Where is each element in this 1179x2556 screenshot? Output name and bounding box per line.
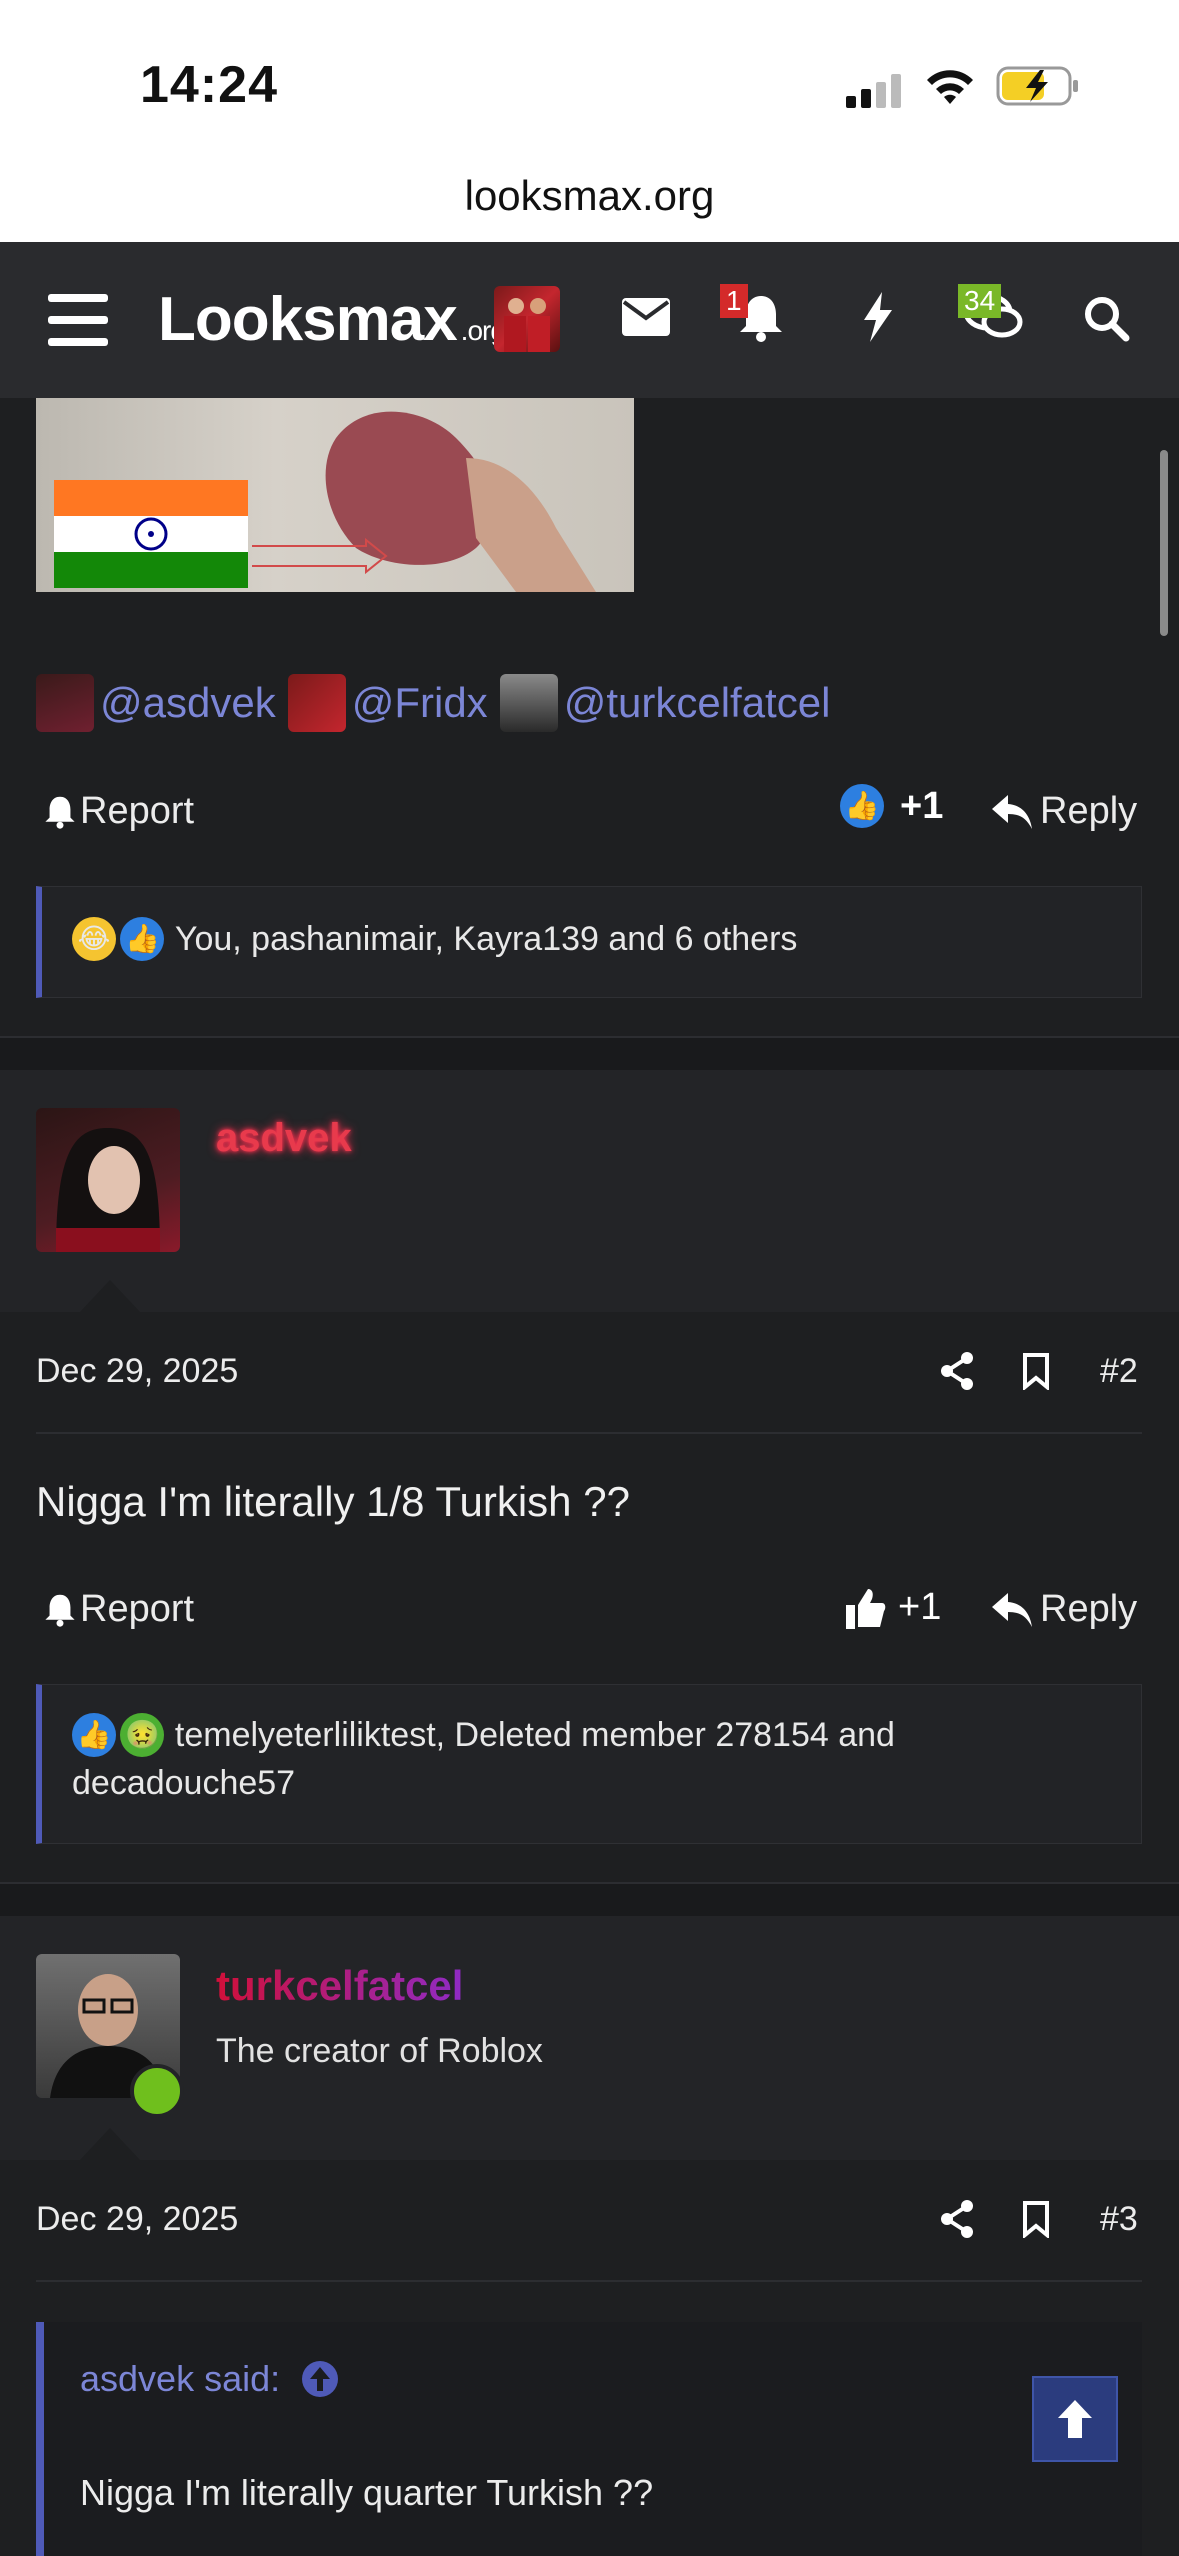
post-separator — [0, 1882, 1179, 1884]
thumbs-up-icon: 👍 — [120, 917, 165, 961]
bell-icon — [45, 796, 75, 829]
mention-link[interactable]: @turkcelfatcel — [564, 679, 831, 727]
report-button[interactable]: Report — [44, 1588, 194, 1631]
conversations-badge: 34 — [958, 284, 1002, 318]
reactions-bar[interactable]: 😂 👍 You, pashanimair, Kayra139 and 6 oth… — [36, 886, 1142, 998]
report-label: Report — [80, 790, 195, 832]
quote-text: Nigga I'm literally quarter Turkish ?? — [80, 2472, 654, 2513]
divider — [36, 1432, 1142, 1434]
arrow-up-icon[interactable] — [300, 2359, 340, 2399]
post-separator — [0, 1036, 1179, 1038]
hamburger-icon[interactable] — [48, 294, 108, 351]
share-icon[interactable] — [940, 1352, 974, 1395]
user-title: The creator of Roblox — [216, 2032, 543, 2070]
bookmark-icon[interactable] — [1022, 2200, 1050, 2243]
post-image[interactable] — [36, 398, 634, 592]
reactions-text: temelyeterliliktest, Deleted member 2781… — [72, 1716, 895, 1802]
reply-button[interactable]: Reply — [992, 1588, 1137, 1631]
reply-button[interactable]: Reply — [992, 790, 1137, 833]
reactions-text: You, pashanimair, Kayra139 and 6 others — [174, 919, 798, 958]
laugh-reaction-icon: 😂 — [72, 917, 116, 961]
online-status-indicator — [130, 2064, 184, 2118]
quote-author: asdvek said: — [80, 2358, 281, 2399]
site-logo[interactable]: Looksmax .org — [158, 284, 506, 355]
avatar-pointer — [80, 2128, 140, 2160]
battery-icon — [996, 64, 1082, 113]
share-icon[interactable] — [940, 2200, 974, 2243]
signal-icon — [846, 74, 906, 113]
scrollbar-thumb[interactable] — [1160, 450, 1168, 636]
envelope-icon[interactable] — [622, 298, 670, 341]
wifi-icon — [924, 66, 976, 111]
report-button[interactable]: Report — [44, 790, 194, 833]
url-bar[interactable]: looksmax.org — [0, 172, 1179, 220]
avatar-pointer — [80, 1280, 140, 1312]
reactions-bar[interactable]: 👍 🤢 temelyeterliliktest, Deleted member … — [36, 1684, 1142, 1844]
status-time: 14:24 — [140, 56, 278, 114]
reply-label: Reply — [1040, 790, 1138, 832]
post-date[interactable]: Dec 29, 2025 — [36, 2200, 238, 2239]
quote-header[interactable]: asdvek said: — [80, 2358, 340, 2400]
user-avatar[interactable] — [36, 1108, 180, 1252]
mention-link[interactable]: @asdvek — [100, 679, 276, 727]
logo-main: Looksmax — [158, 285, 458, 354]
reply-arrow-icon — [992, 794, 1032, 829]
post-number[interactable]: #3 — [1100, 2200, 1138, 2239]
bookmark-icon[interactable] — [1022, 1352, 1050, 1395]
search-icon[interactable] — [1084, 296, 1130, 347]
mention-link[interactable]: @Fridx — [352, 679, 488, 727]
arrow-up-icon — [1058, 2400, 1092, 2438]
post-date[interactable]: Dec 29, 2025 — [36, 1352, 238, 1391]
thumbs-up-icon: 👍 — [840, 784, 884, 828]
bolt-icon[interactable] — [862, 292, 894, 347]
divider — [36, 2280, 1142, 2282]
report-label: Report — [80, 1588, 195, 1630]
reply-arrow-icon — [992, 1592, 1032, 1627]
thumbs-up-icon: 👍 — [72, 1713, 116, 1757]
mention-row: @asdvek @Fridx @turkcelfatcel — [36, 674, 830, 732]
post-number[interactable]: #2 — [1100, 1352, 1138, 1391]
alerts-badge: 1 — [720, 284, 748, 318]
mention-avatar — [499, 674, 558, 732]
reply-label: Reply — [1040, 1588, 1138, 1630]
scroll-to-top-button[interactable] — [1032, 2376, 1118, 2462]
thumbs-up-icon — [846, 1588, 886, 1629]
user-avatar-nav[interactable] — [494, 286, 560, 352]
like-count: +1 — [898, 1586, 942, 1628]
username[interactable]: turkcelfatcel — [216, 1962, 463, 2010]
username[interactable]: asdvek — [216, 1116, 352, 1161]
like-count: +1 — [900, 784, 944, 827]
post-body: Nigga I'm literally 1/8 Turkish ?? — [36, 1478, 630, 1525]
bell-icon — [45, 1594, 75, 1627]
mention-avatar — [36, 674, 94, 732]
mention-avatar — [287, 674, 346, 732]
like-button[interactable]: +1 — [846, 1586, 941, 1629]
like-button[interactable]: 👍 +1 — [840, 784, 943, 828]
sick-reaction-icon: 🤢 — [120, 1713, 165, 1757]
